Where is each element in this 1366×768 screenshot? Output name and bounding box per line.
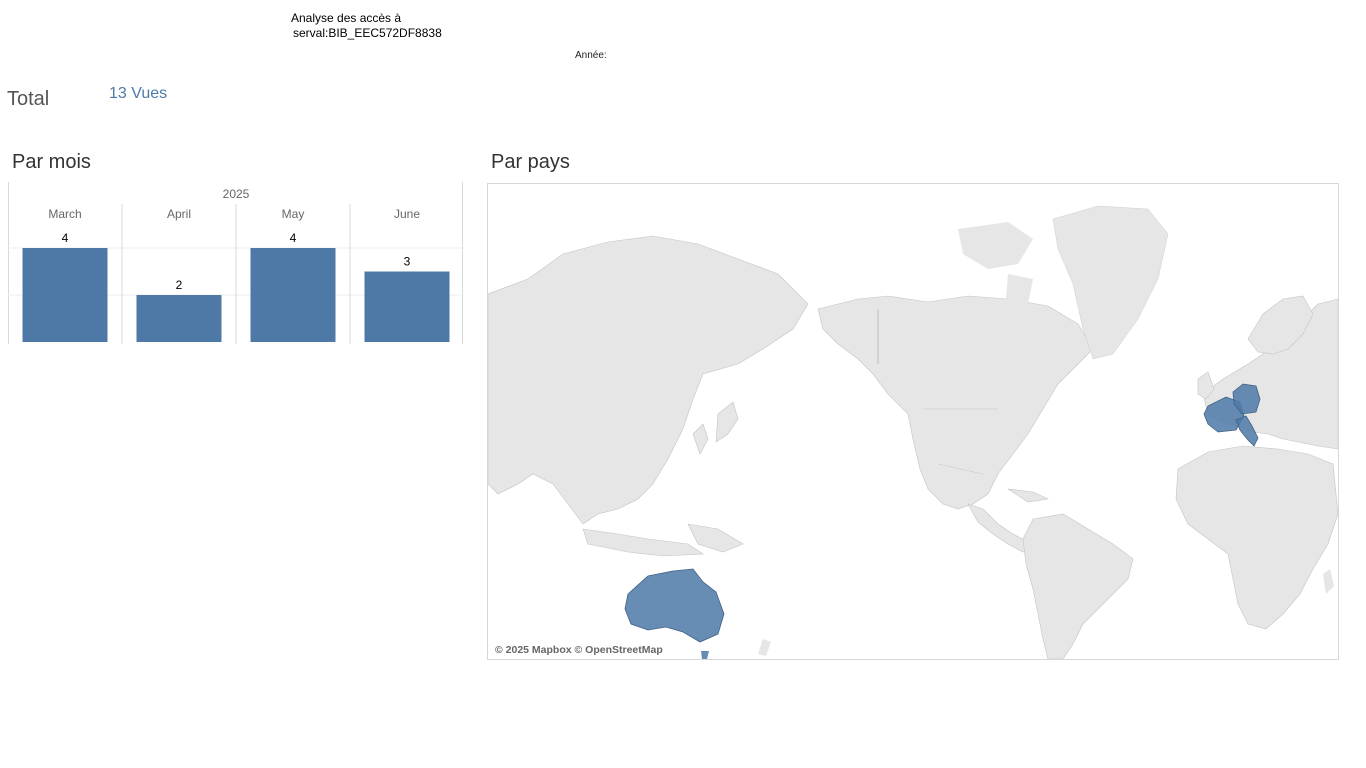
- land-africa: [1175, 445, 1338, 630]
- bar-value-label: 2: [176, 278, 183, 292]
- world-map-svg[interactable]: [488, 184, 1338, 659]
- total-views-value: 13 Vues: [109, 85, 168, 102]
- country-section-title: Par pays: [491, 151, 570, 173]
- bar-value-label: 4: [290, 231, 297, 245]
- year-filter-label[interactable]: Année:: [575, 50, 607, 61]
- land-tasmania: [701, 651, 709, 659]
- land-asia: [488, 235, 809, 525]
- month-label: April: [167, 207, 191, 221]
- month-label: May: [282, 207, 305, 221]
- bar-may: [250, 248, 336, 342]
- total-label: Total: [7, 88, 50, 110]
- title-line-1: Analyse des accès à: [291, 11, 402, 25]
- land-australia: [624, 568, 725, 643]
- map-credit[interactable]: © 2025 Mapbox © OpenStreetMap: [495, 644, 663, 656]
- bar-march: [22, 248, 108, 342]
- monthly-section-title: Par mois: [12, 151, 91, 173]
- bar-april: [136, 295, 222, 342]
- bar-june: [364, 271, 450, 342]
- dashboard-title: Analyse des accès à serval:BIB_EEC572DF8…: [291, 11, 442, 41]
- monthly-bar-chart[interactable]: 2025 March 4 April 2 May 4 June 3: [8, 182, 464, 344]
- country-map[interactable]: © 2025 Mapbox © OpenStreetMap: [487, 183, 1339, 660]
- land-madagascar: [1323, 569, 1334, 594]
- land-indonesia: [582, 523, 744, 557]
- land-new-zealand: [758, 639, 771, 656]
- title-line-2: serval:BIB_EEC572DF8838: [293, 26, 442, 40]
- land-arctic-islands: [958, 222, 1033, 304]
- bar-value-label: 3: [404, 255, 411, 269]
- bar-value-label: 4: [62, 231, 69, 245]
- land-south-america: [1022, 513, 1134, 659]
- year-header-label: 2025: [223, 187, 250, 201]
- land-north-america: [817, 295, 1094, 510]
- month-label: March: [48, 207, 81, 221]
- month-label: June: [394, 207, 420, 221]
- land-korea-japan: [692, 401, 739, 455]
